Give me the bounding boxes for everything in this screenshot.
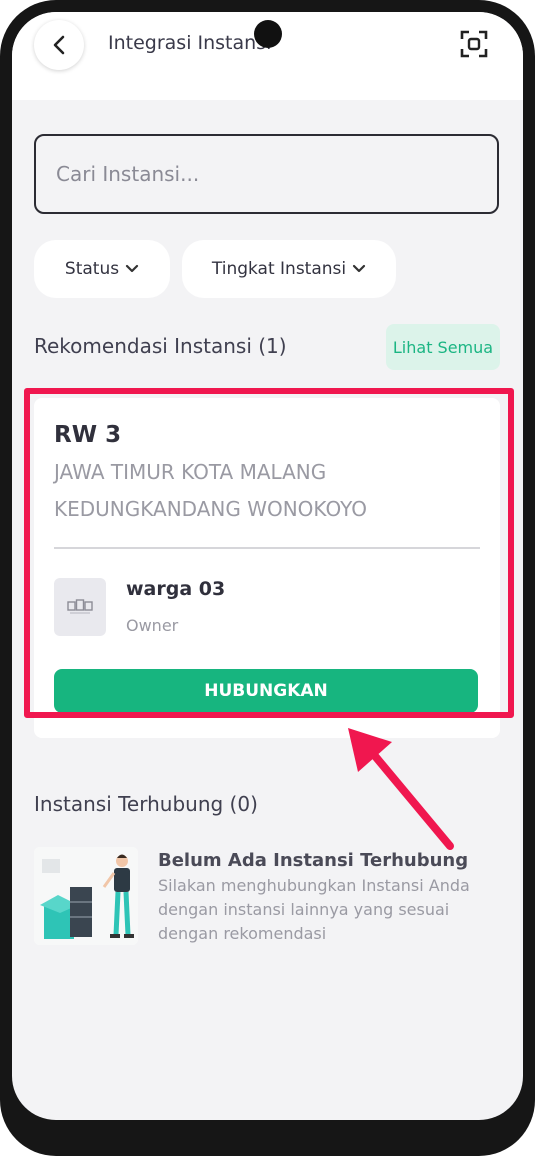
see-all-button[interactable]: Lihat Semua bbox=[386, 324, 500, 370]
camera-notch bbox=[254, 20, 282, 48]
chevron-down-icon bbox=[353, 264, 366, 273]
header-bar: Integrasi Instansi bbox=[12, 12, 523, 100]
chevron-left-icon bbox=[53, 35, 65, 55]
recommendation-section-title: Rekomendasi Instansi (1) bbox=[34, 334, 287, 358]
empty-state-description: Silakan menghubungkan Instansi Anda deng… bbox=[158, 876, 470, 943]
page-title: Integrasi Instansi bbox=[108, 32, 272, 54]
empty-state-illustration bbox=[34, 847, 138, 945]
scan-button[interactable] bbox=[460, 30, 488, 58]
search-placeholder: Cari Instansi... bbox=[56, 162, 200, 186]
empty-state-title: Belum Ada Instansi Terhubung bbox=[158, 850, 469, 871]
tingkat-instansi-filter-label: Tingkat Instansi bbox=[211, 259, 347, 279]
status-filter-label: Status bbox=[64, 259, 120, 279]
search-input[interactable]: Cari Instansi... bbox=[34, 134, 499, 214]
tingkat-instansi-filter-button[interactable]: Tingkat Instansi bbox=[182, 240, 396, 298]
phone-frame: Integrasi Instansi Cari Instansi... Stat… bbox=[0, 0, 535, 1156]
scan-icon bbox=[460, 30, 488, 58]
status-filter-button[interactable]: Status bbox=[34, 240, 170, 298]
chevron-down-icon bbox=[125, 264, 139, 273]
connected-section-title: Instansi Terhubung (0) bbox=[34, 792, 258, 816]
pointer-arrow-icon bbox=[348, 728, 454, 850]
highlight-box bbox=[24, 388, 514, 718]
app-screen: Integrasi Instansi Cari Instansi... Stat… bbox=[12, 12, 523, 1120]
back-button[interactable] bbox=[34, 20, 84, 70]
